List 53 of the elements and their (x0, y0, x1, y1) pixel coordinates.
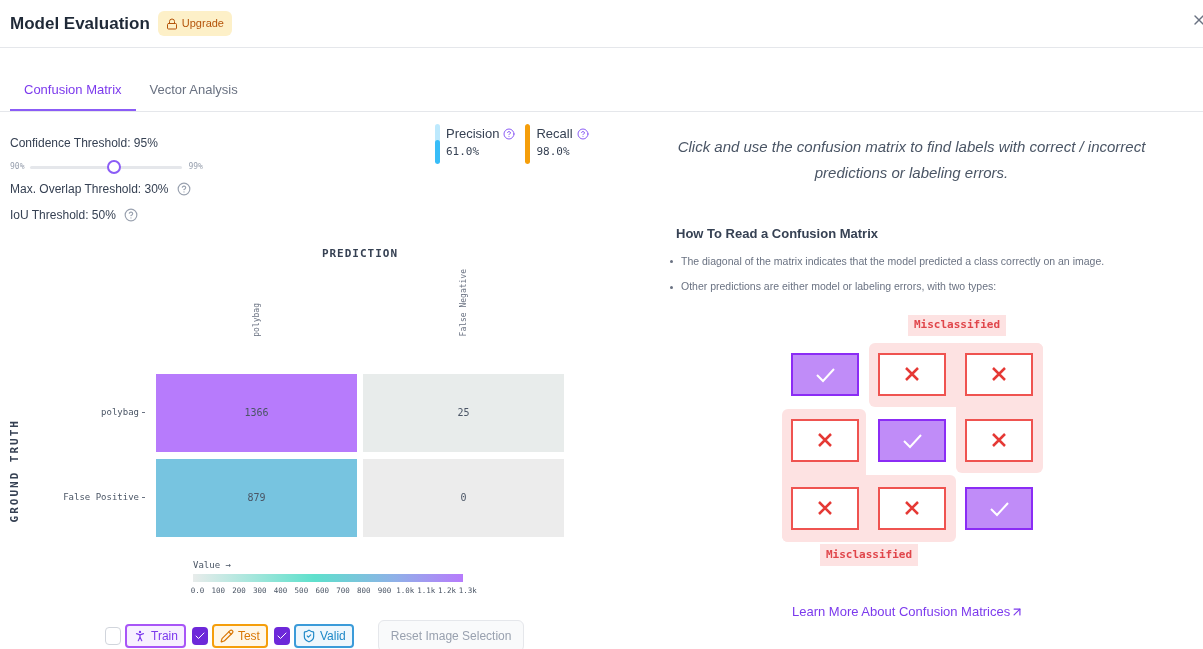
help-icon[interactable] (576, 127, 589, 140)
matrix-cell[interactable]: 879 (156, 458, 357, 537)
legend-title: Value → (193, 558, 232, 572)
split-chip[interactable]: Test (211, 624, 268, 649)
upgrade-badge[interactable]: Upgrade (157, 11, 232, 36)
bullet-icon (670, 285, 673, 289)
pencil-icon (219, 629, 234, 644)
dialog-title: Model Evaluation (10, 12, 150, 35)
guide-title: How To Read a Confusion Matrix (676, 225, 879, 243)
matrix-cell[interactable]: 25 (363, 373, 564, 452)
misclassified-label: Misclassified (820, 543, 919, 566)
metric-name: Recall (536, 125, 573, 143)
row-label: polybag (101, 405, 139, 419)
axis-title: PREDICTION (320, 246, 400, 262)
slider-thumb[interactable] (107, 160, 122, 174)
split-label: Valid (319, 628, 346, 646)
slider-max-label: 99% (188, 161, 203, 173)
tick-mark (142, 412, 145, 413)
tab[interactable]: Vector Analysis (135, 79, 252, 111)
shield-icon (301, 629, 316, 644)
intro-text: Click and use the confusion matrix to find labels with correct / incorrect predictions or labeling errors. (676, 137, 1147, 183)
split-label: Train (151, 628, 178, 646)
row-label: False Positive (63, 490, 139, 504)
guide-bullet: Other predictions are either model or labeling errors, with two types: (681, 279, 997, 295)
tab[interactable]: Confusion Matrix (10, 79, 136, 111)
split-label: Test (237, 628, 260, 646)
checkbox[interactable] (273, 627, 290, 646)
help-icon[interactable] (176, 182, 191, 196)
bullet-icon (670, 259, 673, 263)
help-icon[interactable] (123, 208, 138, 222)
checkbox[interactable] (105, 627, 121, 646)
checkbox[interactable] (191, 627, 208, 646)
matrix-cell[interactable]: 1366 (156, 373, 357, 452)
matrix-cell[interactable]: 0 (363, 458, 564, 537)
metric-value: 98.0% (536, 143, 571, 160)
lock-icon (165, 17, 178, 30)
overlap-label: Max. Overlap Threshold: 30% (10, 181, 169, 198)
confidence-label: Confidence Threshold: 95% (10, 135, 159, 152)
confidence-slider[interactable] (30, 160, 183, 174)
split-chip[interactable]: Valid (293, 624, 354, 649)
column-label: polybag (251, 302, 262, 337)
metric-name: Precision (446, 125, 500, 143)
tick-mark (142, 497, 145, 498)
guide-bullet: The diagonal of the matrix indicates that the model predicted a class correctly on an image. (681, 253, 1105, 269)
misclassified-label: Misclassified (908, 315, 1007, 336)
iou-label: IoU Threshold: 50% (10, 207, 116, 224)
learn-more-link[interactable]: Learn More About Confusion Matrices (792, 602, 1025, 622)
column-label: False Negative (458, 269, 469, 337)
metric-value: 61.0% (446, 143, 481, 160)
split-chip[interactable]: Train (125, 624, 186, 649)
help-icon[interactable] (503, 127, 516, 140)
axis-title: GROUND TRUTH (6, 419, 22, 523)
slider-min-label: 90% (10, 161, 25, 173)
